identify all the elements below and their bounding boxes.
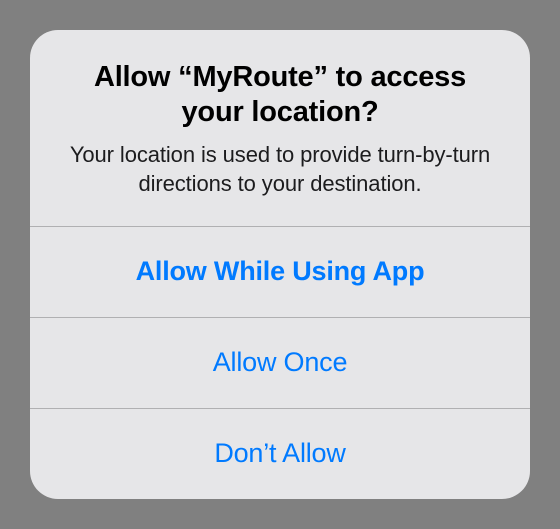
allow-while-using-button[interactable]: Allow While Using App (30, 226, 530, 317)
dont-allow-button[interactable]: Don’t Allow (30, 408, 530, 499)
button-label: Allow Once (213, 347, 348, 378)
allow-once-button[interactable]: Allow Once (30, 317, 530, 408)
dialog-message: Your location is used to provide turn-by… (60, 140, 500, 198)
dialog-title: Allow “MyRoute” to access your location? (60, 60, 500, 130)
location-permission-dialog: Allow “MyRoute” to access your location?… (30, 30, 530, 499)
dialog-header: Allow “MyRoute” to access your location?… (30, 30, 530, 226)
button-label: Allow While Using App (136, 256, 425, 287)
button-label: Don’t Allow (214, 438, 345, 469)
